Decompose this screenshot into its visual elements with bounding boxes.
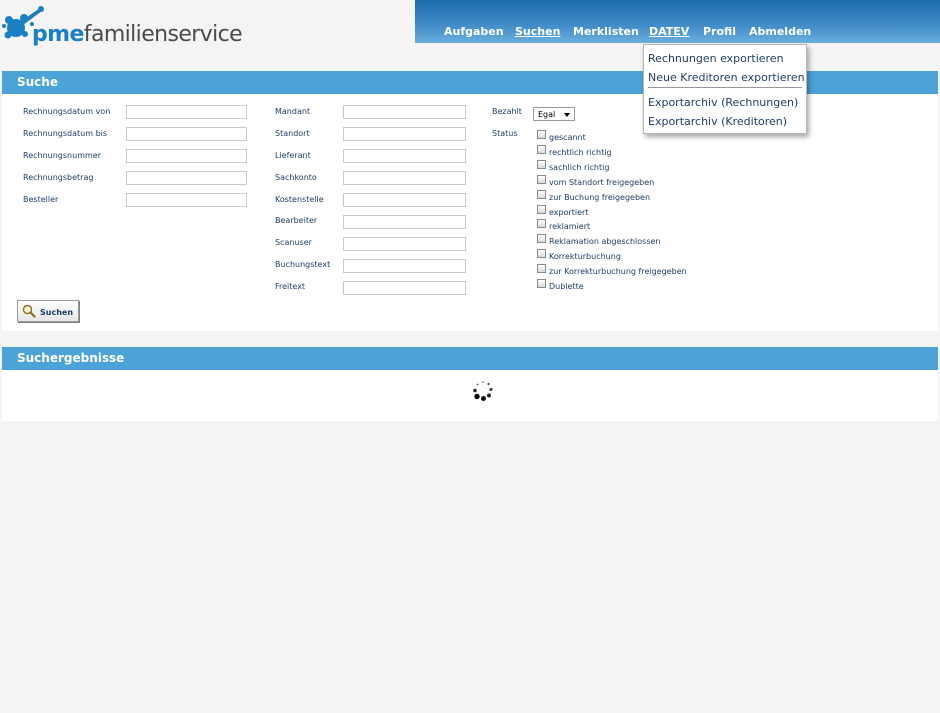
sachkonto-input[interactable] xyxy=(343,171,466,185)
status-label-zur-korrekturbuchung-freigegeben: zur Korrekturbuchung freigegeben xyxy=(549,267,687,276)
label-buchungstext: Buchungstext xyxy=(275,260,331,269)
label-rechnungsnummer: Rechnungsnummer xyxy=(23,151,101,160)
search-panel-title: Suche xyxy=(17,75,58,89)
results-panel-header: Suchergebnisse xyxy=(2,347,938,370)
status-checkbox-zur-buchung-freigegeben[interactable] xyxy=(537,190,546,199)
logo[interactable]: pmefamilienservice xyxy=(2,6,243,50)
menu-item-neue-kreditoren-exportieren[interactable]: Neue Kreditoren exportieren xyxy=(648,71,805,84)
freitext-input[interactable] xyxy=(343,281,466,295)
datev-dropdown-menu: Rechnungen exportieren Neue Kreditoren e… xyxy=(643,44,807,134)
logo-text: pmefamilienservice xyxy=(32,22,243,47)
menu-item-exportarchiv-kreditoren[interactable]: Exportarchiv (Kreditoren) xyxy=(648,115,787,128)
status-label-dublette: Dublette xyxy=(549,282,584,291)
nav-item-profil[interactable]: Profil xyxy=(703,25,736,38)
label-sachkonto: Sachkonto xyxy=(275,173,317,182)
search-button[interactable]: Suchen xyxy=(17,300,79,322)
status-label-zur-buchung-freigegeben: zur Buchung freigegeben xyxy=(549,193,651,202)
logo-name: familienservice xyxy=(83,22,243,47)
bezahlt-select[interactable]: Egal xyxy=(533,107,575,121)
search-button-label: Suchen xyxy=(40,308,74,317)
label-kostenstelle: Kostenstelle xyxy=(275,195,324,204)
logo-brand: pme xyxy=(32,22,84,47)
chevron-down-icon xyxy=(564,113,570,117)
rechnungsnummer-input[interactable] xyxy=(126,149,247,163)
status-checkbox-exportiert[interactable] xyxy=(537,205,546,214)
nav-item-merklisten[interactable]: Merklisten xyxy=(573,25,639,38)
nav-item-datev[interactable]: DATEV xyxy=(649,25,689,38)
label-freitext: Freitext xyxy=(275,282,306,291)
rechnungsdatum-bis-input[interactable] xyxy=(126,127,247,141)
nav-item-suchen[interactable]: Suchen xyxy=(515,25,560,38)
status-checkbox-reklamation-abgeschlossen[interactable] xyxy=(537,234,546,243)
bearbeiter-input[interactable] xyxy=(343,215,466,229)
status-label-exportiert: exportiert xyxy=(549,208,589,217)
status-label-vom-standort-freigegeben: vom Standort freigegeben xyxy=(549,178,655,187)
label-bearbeiter: Bearbeiter xyxy=(275,216,318,225)
label-scanuser: Scanuser xyxy=(275,238,312,247)
standort-input[interactable] xyxy=(343,127,466,141)
label-mandant: Mandant xyxy=(275,107,311,116)
label-rechnungsbetrag: Rechnungsbetrag xyxy=(23,173,94,182)
label-bezahlt: Bezahlt xyxy=(492,107,522,116)
loading-spinner-icon xyxy=(473,381,493,401)
rechnungsbetrag-input[interactable] xyxy=(126,171,247,185)
kostenstelle-input[interactable] xyxy=(343,193,466,207)
status-checkbox-gescannt[interactable] xyxy=(537,130,546,139)
mandant-input[interactable] xyxy=(343,105,466,119)
status-checkbox-sachlich-richtig[interactable] xyxy=(537,160,546,169)
status-checkbox-vom-standort-freigegeben[interactable] xyxy=(537,175,546,184)
label-lieferant: Lieferant xyxy=(275,151,311,160)
results-panel-title: Suchergebnisse xyxy=(17,351,125,365)
label-rechnungsdatum-bis: Rechnungsdatum bis xyxy=(23,129,108,138)
nav-item-abmelden[interactable]: Abmelden xyxy=(749,25,811,38)
rechnungsdatum-von-input[interactable] xyxy=(126,105,247,119)
buchungstext-input[interactable] xyxy=(343,259,466,273)
scanuser-input[interactable] xyxy=(343,237,466,251)
main-nav: Aufgaben Suchen Merklisten DATEV Profil … xyxy=(415,0,940,43)
status-label-reklamiert: reklamiert xyxy=(549,222,591,231)
status-checkbox-korrekturbuchung[interactable] xyxy=(537,249,546,258)
bezahlt-select-value: Egal xyxy=(538,110,556,119)
status-checkbox-zur-korrekturbuchung-freigegeben[interactable] xyxy=(537,264,546,273)
status-label-reklamation-abgeschlossen: Reklamation abgeschlossen xyxy=(549,237,661,246)
nav-item-aufgaben[interactable]: Aufgaben xyxy=(444,25,504,38)
header: pmefamilienservice Aufgaben Suchen Merkl… xyxy=(0,0,940,50)
label-rechnungsdatum-von: Rechnungsdatum von xyxy=(23,107,111,116)
status-label-sachlich-richtig: sachlich richtig xyxy=(549,163,610,172)
status-checkbox-reklamiert[interactable] xyxy=(537,219,546,228)
lieferant-input[interactable] xyxy=(343,149,466,163)
status-label-gescannt: gescannt xyxy=(549,133,586,142)
status-checkbox-dublette[interactable] xyxy=(537,279,546,288)
menu-item-rechnungen-exportieren[interactable]: Rechnungen exportieren xyxy=(648,52,784,65)
besteller-input[interactable] xyxy=(126,193,247,207)
menu-item-exportarchiv-rechnungen[interactable]: Exportarchiv (Rechnungen) xyxy=(648,96,798,109)
status-checkbox-rechtlich-richtig[interactable] xyxy=(537,145,546,154)
magnifier-icon xyxy=(22,304,36,318)
label-besteller: Besteller xyxy=(23,195,59,204)
label-standort: Standort xyxy=(275,129,310,138)
status-label-korrekturbuchung: Korrekturbuchung xyxy=(549,252,621,261)
menu-separator xyxy=(648,87,802,88)
label-status: Status xyxy=(492,129,518,138)
status-label-rechtlich-richtig: rechtlich richtig xyxy=(549,148,612,157)
